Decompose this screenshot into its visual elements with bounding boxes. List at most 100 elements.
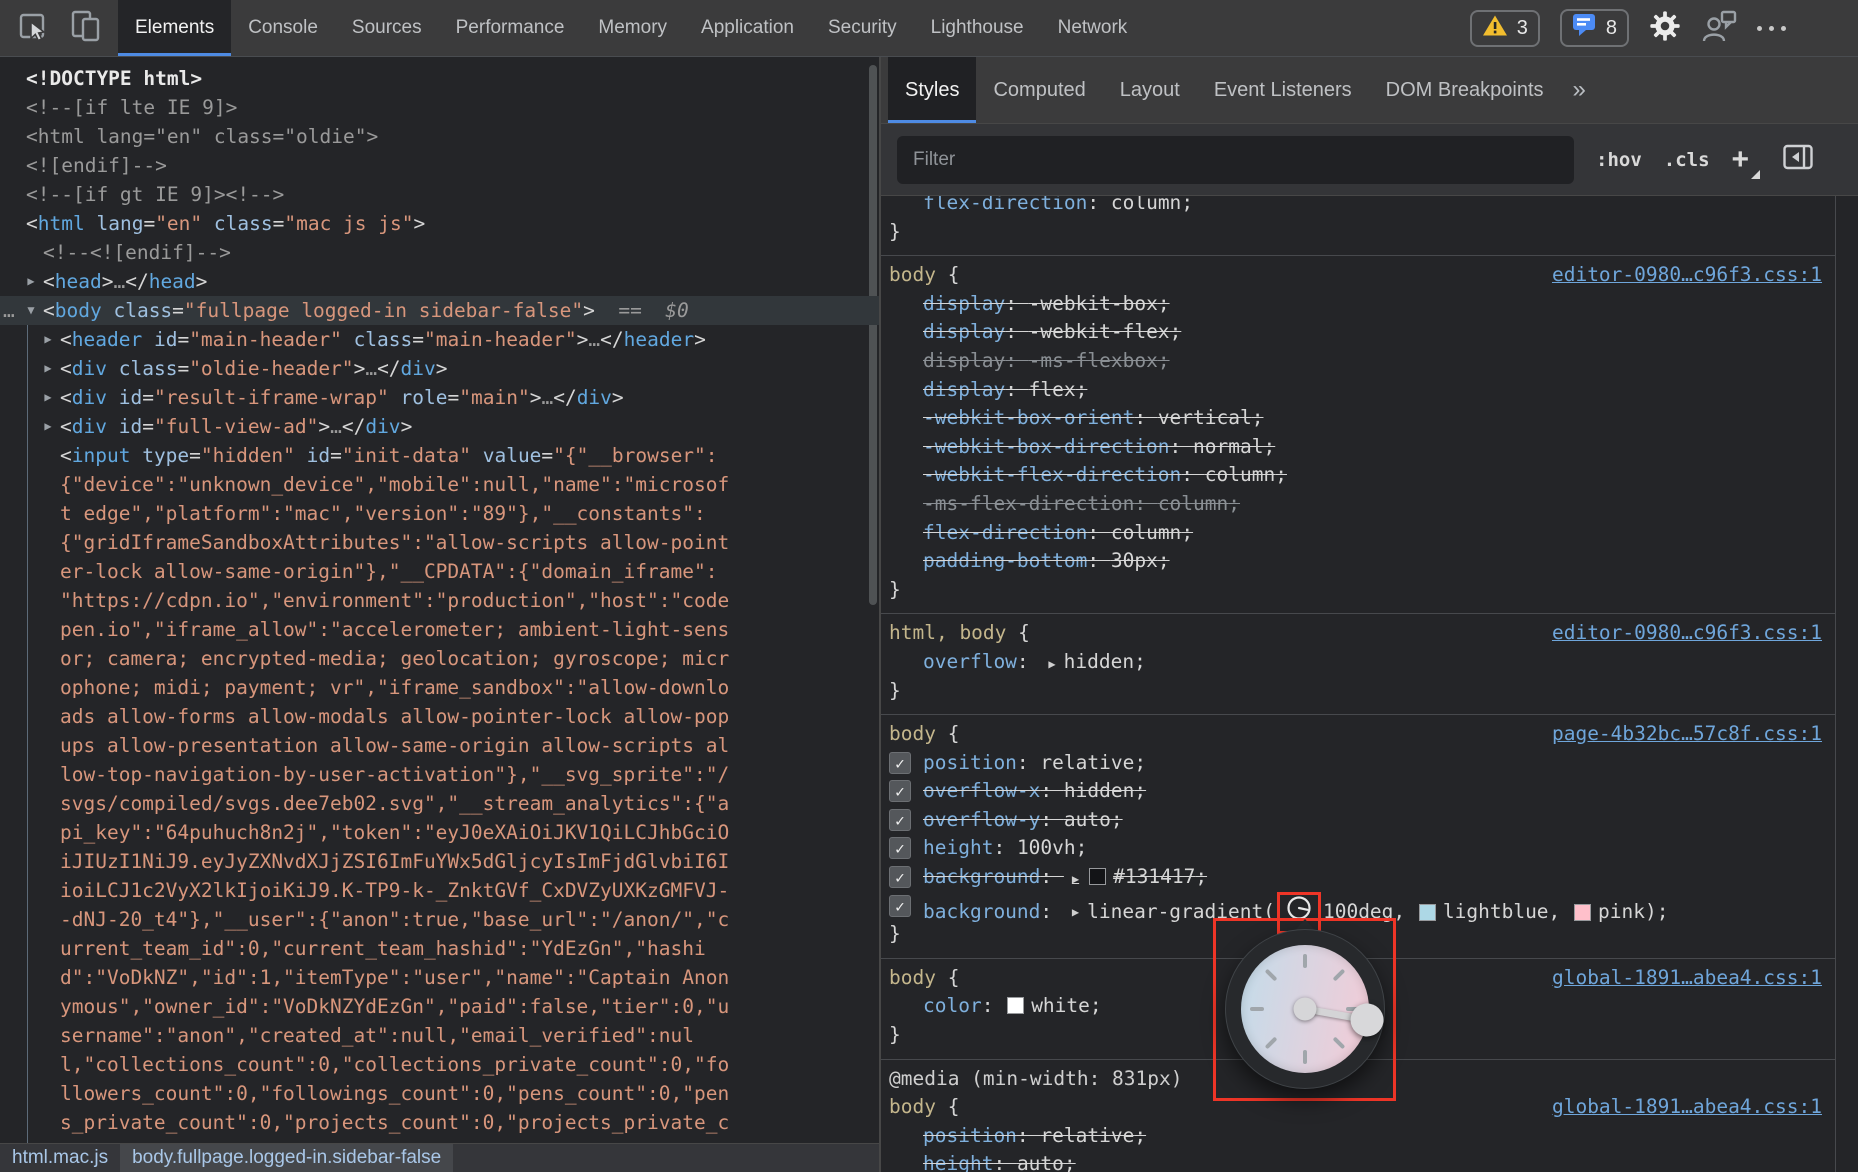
warnings-badge[interactable]: 3 [1470, 10, 1540, 47]
stylesheet-source-link[interactable]: global-1891…abea4.css:1 [1552, 964, 1822, 993]
tab-memory[interactable]: Memory [581, 0, 684, 56]
css-property[interactable]: ✓position: relative; [889, 749, 1822, 778]
dom-node[interactable]: t edge","platform":"mac","version":"89"}… [0, 499, 879, 528]
css-property[interactable]: -webkit-box-orient: vertical; [889, 404, 1822, 433]
collapse-arrow-icon[interactable]: ▼ [23, 296, 39, 325]
expand-value-icon[interactable]: ▶ [1072, 872, 1079, 886]
dom-node[interactable]: -dNJ-20_t4"},"__user":{"anon":true,"base… [0, 905, 879, 934]
tab-lighthouse[interactable]: Lighthouse [914, 0, 1041, 56]
css-property[interactable]: -webkit-box-direction: normal; [889, 433, 1822, 462]
color-swatch[interactable] [1089, 868, 1106, 885]
toggle-sidebar-icon[interactable] [1782, 141, 1814, 178]
dom-node[interactable]: ymous","owner_id":"VoDkNZYdEzGn","paid":… [0, 992, 879, 1021]
dom-node[interactable]: <!--[if gt IE 9]><!--> [0, 180, 879, 209]
tab-performance[interactable]: Performance [439, 0, 582, 56]
tab-styles[interactable]: Styles [888, 57, 976, 123]
dom-node[interactable]: pi_key":"64puhuch8n2j","token":"eyJ0eXAi… [0, 818, 879, 847]
property-checkbox[interactable]: ✓ [889, 752, 911, 774]
css-property[interactable]: -webkit-flex-direction: column; [889, 461, 1822, 490]
dom-node[interactable]: ▶<div class="oldie-header">…</div> [0, 354, 879, 383]
css-selector[interactable]: body [889, 263, 936, 286]
styles-filter-input[interactable] [897, 136, 1574, 184]
css-selector[interactable]: html, body [889, 621, 1006, 644]
property-checkbox[interactable]: ✓ [889, 780, 911, 802]
css-property[interactable]: ✓height: 100vh; [889, 834, 1822, 863]
css-property[interactable]: ✓overflow-x: hidden; [889, 777, 1822, 806]
dom-node[interactable]: <html lang="en" class="oldie"> [0, 122, 879, 151]
css-property[interactable]: ✓overflow-y: auto; [889, 806, 1822, 835]
tab-elements[interactable]: Elements [118, 0, 231, 56]
tab-security[interactable]: Security [811, 0, 914, 56]
dom-node[interactable]: iJIUzI1NiJ9.eyJyZXNvdXJjZSI6ImFuYWx5dGlj… [0, 847, 879, 876]
stylesheet-source-link[interactable]: global-1891…abea4.css:1 [1552, 1093, 1822, 1122]
tab-event-listeners[interactable]: Event Listeners [1197, 57, 1369, 123]
dom-node[interactable]: ioiLCJ1c2VyX2lkIjoiKiJ9.K-TP9-k-_ZnktGVf… [0, 876, 879, 905]
tab-layout[interactable]: Layout [1103, 57, 1197, 123]
color-swatch[interactable] [1574, 904, 1591, 921]
stylesheet-source-link[interactable]: editor-0980…c96f3.css:1 [1552, 619, 1822, 648]
tab-dom-breakpoints[interactable]: DOM Breakpoints [1369, 57, 1561, 123]
dom-node[interactable]: llowers_count":0,"followings_count":0,"p… [0, 1079, 879, 1108]
dom-node[interactable]: pen.io","iframe_allow":"accelerometer; a… [0, 615, 879, 644]
css-property[interactable]: overflow: ▶hidden; [889, 648, 1822, 677]
css-property[interactable]: display: -ms-flexbox; [889, 347, 1822, 376]
css-property[interactable]: flex-direction: column; [889, 519, 1822, 548]
dom-node[interactable]: er-lock allow-same-origin"},"__CPDATA":{… [0, 557, 879, 586]
tab-console[interactable]: Console [231, 0, 335, 56]
messages-badge[interactable]: 8 [1560, 9, 1629, 47]
dom-node-selected[interactable]: …▼<body class="fullpage logged-in sideba… [0, 296, 879, 325]
dom-node[interactable]: <html lang="en" class="mac js js"> [0, 209, 879, 238]
css-selector[interactable]: body [889, 966, 936, 989]
expand-arrow-icon[interactable]: ▶ [40, 412, 56, 441]
dom-node[interactable]: <!--<![endif]--> [0, 238, 879, 267]
css-property[interactable]: ✓background: ▶linear-gradient(100deg, li… [889, 892, 1822, 921]
dom-node[interactable]: ▶<head>…</head> [0, 267, 879, 296]
expand-arrow-icon[interactable]: ▶ [40, 354, 56, 383]
dom-node[interactable]: {"device":"unknown_device","mobile":null… [0, 470, 879, 499]
css-property[interactable]: display: -webkit-flex; [889, 318, 1822, 347]
css-property[interactable]: display: -webkit-box; [889, 290, 1822, 319]
expand-arrow-icon[interactable]: ▶ [40, 325, 56, 354]
dom-node[interactable]: low-top-navigation-by-user-activation"},… [0, 760, 879, 789]
tab-application[interactable]: Application [684, 0, 811, 56]
dom-node[interactable]: s_private_count":0,"projects_count":0,"p… [0, 1108, 879, 1137]
stylesheet-source-link[interactable]: editor-0980…c96f3.css:1 [1552, 261, 1822, 290]
css-property[interactable]: -ms-flex-direction: column; [889, 490, 1822, 519]
dom-node[interactable]: ads allow-forms allow-modals allow-point… [0, 702, 879, 731]
toggle-classes-button[interactable]: .cls [1664, 149, 1710, 171]
dom-node[interactable]: <input type="hidden" id="init-data" valu… [0, 441, 879, 470]
dom-node[interactable]: urrent_team_id":0,"current_team_hashid":… [0, 934, 879, 963]
breadcrumb-item[interactable]: html.mac.js [0, 1144, 120, 1172]
inspect-element-icon[interactable] [16, 9, 50, 48]
expand-arrow-icon[interactable]: ▶ [40, 383, 56, 412]
dom-node[interactable]: {"gridIframeSandboxAttributes":"allow-sc… [0, 528, 879, 557]
css-property[interactable]: ✓background: ▶#131417; [889, 863, 1822, 892]
color-swatch[interactable] [1007, 997, 1024, 1014]
toggle-hover-state-button[interactable]: :hov [1596, 149, 1642, 171]
dom-node[interactable]: <![endif]--> [0, 151, 879, 180]
dom-node[interactable]: or; camera; encrypted-media; geolocation… [0, 644, 879, 673]
dom-node[interactable]: d":"VoDkNZ","id":1,"itemType":"user","na… [0, 963, 879, 992]
property-checkbox[interactable]: ✓ [889, 866, 911, 888]
property-checkbox[interactable]: ✓ [889, 809, 911, 831]
more-options-icon[interactable] [1757, 26, 1786, 31]
css-property[interactable]: display: flex; [889, 376, 1822, 405]
feedback-person-icon[interactable] [1701, 10, 1737, 47]
dom-node[interactable]: ▶<div id="full-view-ad">…</div> [0, 412, 879, 441]
css-selector[interactable]: body [889, 1095, 936, 1118]
new-style-rule-button[interactable]: + [1732, 145, 1761, 175]
expand-arrow-icon[interactable]: ▶ [23, 267, 39, 296]
property-checkbox[interactable]: ✓ [889, 837, 911, 859]
device-toolbar-icon[interactable] [70, 9, 102, 48]
dom-node[interactable]: ▶<header id="main-header" class="main-he… [0, 325, 879, 354]
tab-computed[interactable]: Computed [976, 57, 1102, 123]
css-property[interactable]: padding-bottom: 30px; [889, 547, 1822, 576]
dom-node[interactable]: svgs/compiled/svgs.dee7eb02.svg","__stre… [0, 789, 879, 818]
expand-value-icon[interactable]: ▶ [1048, 657, 1055, 671]
css-property[interactable]: position: relative; [889, 1122, 1822, 1151]
css-property[interactable]: flex-direction: column; [889, 196, 1822, 218]
css-selector[interactable]: body [889, 722, 936, 745]
dom-node[interactable]: ophone; midi; payment; vr","iframe_sandb… [0, 673, 879, 702]
property-checkbox[interactable]: ✓ [889, 895, 911, 917]
css-property[interactable]: height: auto; [889, 1150, 1822, 1172]
